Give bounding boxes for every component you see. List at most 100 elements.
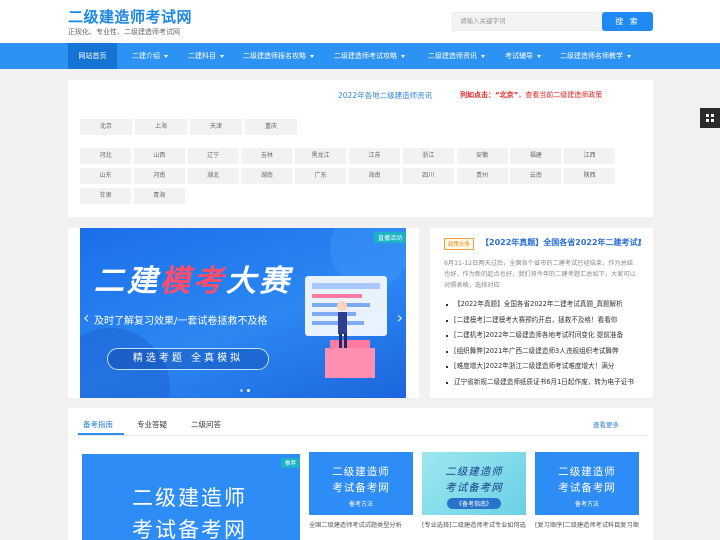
see-more-link[interactable]: 查看更多 (593, 419, 619, 429)
next-arrow-icon[interactable]: › (397, 308, 403, 327)
list-item[interactable]: [二建机考]2022年二级建造师各地考试时间变化 提前准备 (444, 328, 638, 344)
grid-icon (711, 119, 714, 122)
banner-cta-button[interactable]: 精选考题 全真模拟 (107, 348, 269, 370)
caret-down-icon (310, 54, 314, 58)
region-chip[interactable]: 安徽 (456, 148, 508, 164)
carousel-dot[interactable] (240, 389, 243, 392)
region-chip[interactable]: 云南 (510, 168, 562, 184)
card-line1: 二级建造师 (558, 466, 616, 478)
region-chip[interactable]: 海南 (349, 168, 400, 184)
banner-title-a: 二建 (94, 264, 160, 299)
grid-icon (706, 114, 709, 117)
hint-suffix: ，查看当前二级建造师政策 (518, 91, 603, 99)
tab-exam-guide[interactable]: 备考指南 (83, 419, 113, 430)
nav-label: 二级建造师名师教学 (560, 52, 623, 60)
region-chip[interactable]: 湖南 (241, 168, 293, 184)
card-line1: 二级建造师 (332, 466, 390, 478)
nav-label: 二级建造师资讯 (428, 52, 477, 60)
banner-subtitle: 及时了解复习效果/一套试卷拯救不及格 (94, 316, 268, 327)
list-item[interactable]: [组织舞弊]2021年广西二级建造师3人违规组织考试舞弊 (444, 344, 638, 360)
region-chip[interactable]: 广东 (295, 168, 347, 184)
hint-highlight: “北京” (495, 91, 519, 99)
tab-questions[interactable]: 二级问答 (191, 419, 221, 430)
nav-item-tutoring[interactable]: 考试辅导 (505, 43, 541, 69)
nav-label: 考试辅导 (505, 52, 533, 60)
region-chip-3[interactable]: 重庆 (245, 119, 297, 135)
caret-down-icon (164, 54, 168, 58)
list-item[interactable]: 辽宁省新规二级建造师纸质证书6月1日起作废，转为电子证书 (444, 375, 638, 391)
list-item[interactable]: [二建模考]二建模考大赛预约开启，拯救不及格！看看你 (444, 313, 638, 329)
nav-label: 二建科目 (188, 52, 216, 60)
region-chip[interactable]: 四川 (402, 168, 454, 184)
region-chip[interactable]: 山西 (133, 148, 185, 164)
card-caption[interactable]: [专业选择]二级建造师考试专业如何选择 (422, 520, 526, 529)
featured-line2: 考试备考网 (132, 518, 247, 540)
region-chip[interactable]: 福建 (510, 148, 562, 164)
region-chip[interactable]: 湖北 (187, 168, 239, 184)
region-chip[interactable]: 青海 (133, 188, 185, 204)
nav-item-teachers[interactable]: 二级建造师名师教学 (560, 43, 631, 69)
region-chip-2[interactable]: 天津 (190, 119, 242, 135)
site-slogan: 正规化、专业性、二级建造师考试网 (68, 28, 180, 36)
search-input[interactable]: 请输入关键字词 (452, 12, 607, 31)
caret-down-icon (537, 54, 541, 58)
main-nav: 网站首页 二建介绍 二建科目 二级建造师报名攻略 二级建造师考试攻略 二级建造师… (0, 43, 720, 69)
floating-menu-button[interactable] (700, 108, 720, 128)
card-sub: 备考方法 (348, 501, 373, 508)
nav-label: 二级建造师考试攻略 (334, 52, 397, 60)
card-line2: 考试备考网 (558, 482, 616, 494)
region-chip[interactable]: 甘肃 (80, 188, 131, 204)
banner-tag: 直播活动 (373, 232, 406, 243)
nav-item-home[interactable]: 网站首页 (68, 43, 117, 69)
card-caption[interactable]: [复习顺序]二级建造师考试科目复习顺序 (535, 520, 639, 529)
region-chip[interactable]: 江苏 (349, 148, 400, 164)
region-panel-title: 2022年各地二级建造师资讯 (338, 91, 433, 100)
region-chip[interactable]: 江西 (564, 148, 616, 164)
guide-card[interactable]: 二级建造师 考试备考网 备考方法 (535, 452, 639, 515)
guide-card[interactable]: 二级建造师 考试备考网 备考方法 (309, 452, 413, 515)
tab-qa[interactable]: 专业答疑 (137, 419, 167, 430)
nav-item-exam-guide[interactable]: 二级建造师考试攻略 (334, 43, 405, 69)
banner-title-c: 大赛 (226, 264, 292, 299)
region-chip[interactable]: 河北 (80, 148, 131, 164)
card-sub: 《备考指南》 (447, 498, 501, 509)
nav-item-news[interactable]: 二级建造师资讯 (428, 43, 485, 69)
headline-title[interactable]: 【2022年真题】全国各省2022年二建考试真题_ (481, 237, 641, 248)
search-box: 请输入关键字词 搜 索 (452, 12, 653, 31)
region-chip[interactable]: 山东 (80, 168, 131, 184)
list-item[interactable]: [难度增大]2022年浙江二级建造师考试难度增大！满分 (444, 359, 638, 375)
region-chip[interactable]: 黑龙江 (295, 148, 347, 164)
promo-banner[interactable]: 直播活动 二建模考大赛 及时了解复习效果/一套试卷拯救不及格 精选考题 全真模拟… (80, 228, 406, 398)
grid-icon (711, 114, 714, 117)
guide-card[interactable]: 二级建造师 考试备考网 《备考指南》 (422, 452, 526, 515)
card-sub: 备考方法 (574, 501, 599, 508)
divider (78, 435, 646, 436)
card-line2: 考试备考网 (445, 482, 503, 494)
nav-item-registration[interactable]: 二级建造师报名攻略 (243, 43, 314, 69)
caret-down-icon (401, 54, 405, 58)
region-chip-0[interactable]: 北京 (80, 119, 132, 135)
nav-item-subjects[interactable]: 二建科目 (188, 43, 224, 69)
region-chip[interactable]: 陕西 (564, 168, 616, 184)
search-button[interactable]: 搜 索 (602, 12, 653, 31)
prev-arrow-icon[interactable]: ‹ (83, 308, 89, 327)
news-list: 【2022年真题】全国各省2022年二建考试真题_真题解析 [二建模考]二建模考… (444, 297, 638, 391)
site-logo[interactable]: 二级建造师考试网 (68, 6, 192, 27)
caret-down-icon (481, 54, 485, 58)
caret-down-icon (627, 54, 631, 58)
region-chip[interactable]: 贵州 (456, 168, 508, 184)
policy-badge: 政策头条 (444, 238, 475, 250)
region-chip[interactable]: 河南 (133, 168, 185, 184)
card-caption[interactable]: 全国二级建造师考试试题类型分析 (309, 520, 413, 529)
featured-card[interactable]: 推荐 二级建造师 考试备考网 (82, 454, 300, 540)
region-chip[interactable]: 浙江 (402, 148, 454, 164)
nav-item-intro[interactable]: 二建介绍 (132, 43, 168, 69)
carousel-dot-active[interactable] (247, 389, 250, 392)
region-chip[interactable]: 辽宁 (187, 148, 239, 164)
region-chip[interactable]: 吉林 (241, 148, 293, 164)
region-chip-1[interactable]: 上海 (135, 119, 187, 135)
banner-title-b: 模考 (160, 264, 226, 299)
list-item[interactable]: 【2022年真题】全国各省2022年二建考试真题_真题解析 (444, 297, 638, 313)
site-header: 二级建造师考试网 正规化、专业性、二级建造师考试网 请输入关键字词 搜 索 (0, 0, 720, 43)
headline-summary: 6月11-12日两天过后，全国各个省市的二建考试已经结束，作为总结也好，作为新的… (444, 260, 636, 289)
